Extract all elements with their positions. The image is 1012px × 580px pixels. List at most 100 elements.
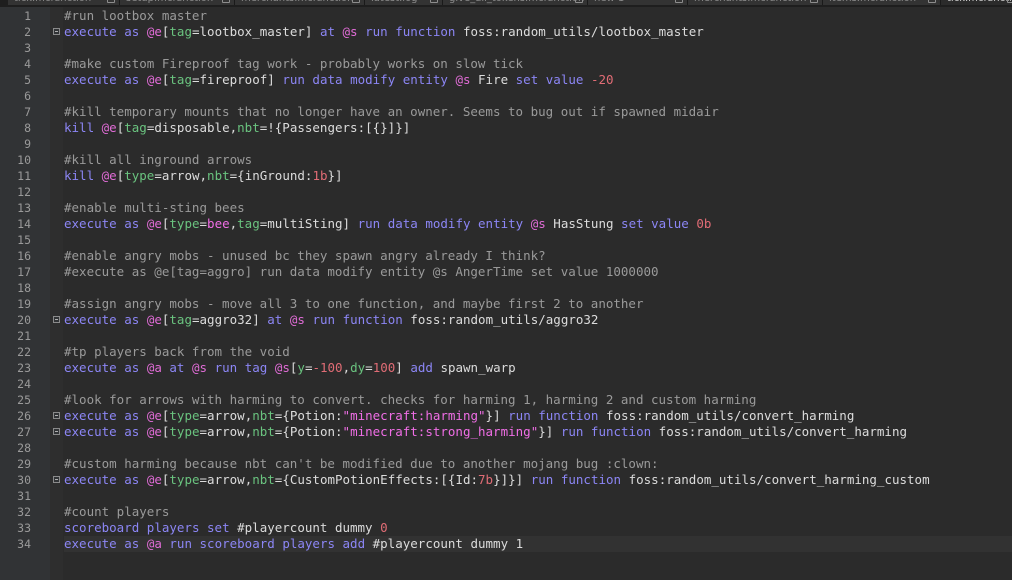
code-editor[interactable]: 1 #run lootbox master 2 execute as @e[tag=l…	[0, 8, 1012, 552]
code-token: run	[169, 536, 192, 551]
code-token: at	[319, 24, 335, 39]
code-line[interactable]: 6	[0, 88, 1012, 104]
code-line[interactable]: 14 execute as @e[type=bee,tag=multiSting]…	[0, 216, 1012, 232]
close-icon[interactable]	[1007, 0, 1012, 3]
code-token: #enable angry mobs - unused bc they spaw…	[64, 248, 546, 263]
tab-1[interactable]: setup.mcfunction	[120, 0, 235, 5]
code-token: @a	[146, 536, 162, 551]
code-line[interactable]: 31	[0, 488, 1012, 504]
code-line[interactable]: 7 #kill temporary mounts that no longer h…	[0, 104, 1012, 120]
tab-7[interactable]: items.mcfunction	[823, 0, 941, 5]
code-line[interactable]: 12	[0, 184, 1012, 200]
code-line[interactable]: 2 execute as @e[tag=lootbox_master] at @s…	[0, 24, 1012, 40]
code-token: 0b	[696, 216, 712, 231]
code-line[interactable]: 15	[0, 232, 1012, 248]
code-line[interactable]: 3	[0, 40, 1012, 56]
code-line[interactable]: 25 #look for arrows with harming to conve…	[0, 392, 1012, 408]
line-number: 11	[17, 169, 31, 183]
tab-0[interactable]: tick.mcfunction	[8, 0, 120, 5]
code-token: as	[124, 536, 140, 551]
code-line[interactable]: 10 #kill all inground arrows	[0, 152, 1012, 168]
code-token: }]	[327, 168, 343, 183]
code-line[interactable]: 9	[0, 136, 1012, 152]
fold-toggle-icon[interactable]	[53, 476, 60, 483]
close-icon[interactable]	[575, 0, 583, 3]
code-token: tag	[124, 120, 147, 135]
fold-toggle-icon[interactable]	[53, 316, 60, 323]
code-line[interactable]: 21	[0, 328, 1012, 344]
code-text: kill @e[tag=disposable,nbt=!{Passengers:…	[64, 120, 1012, 136]
code-text: #assign angry mobs - move all 3 to one f…	[64, 296, 1012, 312]
fold-toggle-icon[interactable]	[53, 28, 60, 35]
tab-8[interactable]: tick.mcfunction	[941, 0, 1012, 5]
code-line[interactable]: 22 #tp players back from the void	[0, 344, 1012, 360]
code-token: 0	[380, 520, 388, 535]
code-line[interactable]: 29 #custom harming because nbt can't be m…	[0, 456, 1012, 472]
code-line[interactable]: 28	[0, 440, 1012, 456]
code-token: tag	[244, 360, 268, 375]
code-line[interactable]: 34 execute as @a run scoreboard players a…	[0, 536, 1012, 552]
code-line[interactable]: 13 #enable multi-sting bees	[0, 200, 1012, 216]
code-token: =	[191, 24, 200, 39]
code-line[interactable]: 18	[0, 280, 1012, 296]
code-token: "minecraft:harming"	[342, 408, 486, 423]
code-line[interactable]: 27 execute as @e[type=arrow,nbt={Potion:"…	[0, 424, 1012, 440]
code-line[interactable]: 24	[0, 376, 1012, 392]
tab-2[interactable]: merchants.mcfunction	[235, 0, 365, 5]
tab-5[interactable]: new 1	[588, 0, 688, 5]
code-token: arrow	[207, 408, 245, 423]
close-icon[interactable]	[107, 0, 115, 3]
fold-toggle-icon[interactable]	[53, 412, 60, 419]
code-text: #custom harming because nbt can't be mod…	[64, 456, 1012, 472]
tab-3[interactable]: latest.log	[365, 0, 443, 5]
code-token: data	[387, 216, 418, 231]
code-token: as	[124, 312, 140, 327]
code-line[interactable]: 26 execute as @e[type=arrow,nbt={Potion:"…	[0, 408, 1012, 424]
close-icon[interactable]	[810, 0, 818, 3]
close-icon[interactable]	[928, 0, 936, 3]
code-token: #count players	[64, 504, 170, 519]
code-token: multiSting	[267, 216, 343, 231]
close-icon[interactable]	[352, 0, 360, 3]
code-line[interactable]: 5 execute as @e[tag=fireproof] run data m…	[0, 72, 1012, 88]
tab-4[interactable]: give_all_tokens.mcfunction	[443, 0, 588, 5]
code-token: run	[357, 216, 381, 231]
code-token: foss:random_utils/convert_harming	[598, 408, 855, 423]
code-line[interactable]: 4 #make custom Fireproof tag work - proba…	[0, 56, 1012, 72]
code-token: nbt	[207, 168, 230, 183]
code-line[interactable]: 17 #execute as @e[tag=aggro] run data mod…	[0, 264, 1012, 280]
code-token: nbt	[252, 472, 275, 487]
code-line[interactable]: 32 #count players	[0, 504, 1012, 520]
code-token: execute	[64, 536, 117, 551]
tab-6[interactable]: merchants.mcfunction	[688, 0, 823, 5]
fold-toggle-icon[interactable]	[53, 428, 60, 435]
close-icon[interactable]	[675, 0, 683, 3]
code-line[interactable]: 19 #assign angry mobs - move all 3 to one…	[0, 296, 1012, 312]
code-line[interactable]: 8 kill @e[tag=disposable,nbt=!{Passengers…	[0, 120, 1012, 136]
code-line[interactable]: 11 kill @e[type=arrow,nbt={inGround:1b}]	[0, 168, 1012, 184]
code-line[interactable]: 20 execute as @e[tag=aggro32] at @s run f…	[0, 312, 1012, 328]
close-icon[interactable]	[430, 0, 438, 3]
code-token: entity	[402, 72, 448, 87]
close-icon[interactable]	[222, 0, 230, 3]
code-token: spawn_warp	[432, 360, 516, 375]
code-token: run	[312, 312, 336, 327]
code-line[interactable]: 33 scoreboard players set #playercount du…	[0, 520, 1012, 536]
line-number: 14	[17, 217, 31, 231]
code-line[interactable]: 16 #enable angry mobs - unused bc they sp…	[0, 248, 1012, 264]
code-token: }]	[485, 408, 501, 423]
line-number: 10	[17, 153, 31, 167]
code-line[interactable]: 23 execute as @a at @s run tag @s[y=-100,…	[0, 360, 1012, 376]
line-number: 26	[17, 409, 31, 423]
code-line[interactable]: 1 #run lootbox master	[0, 8, 1012, 24]
code-line[interactable]: 30 execute as @e[type=arrow,nbt={CustomPo…	[0, 472, 1012, 488]
